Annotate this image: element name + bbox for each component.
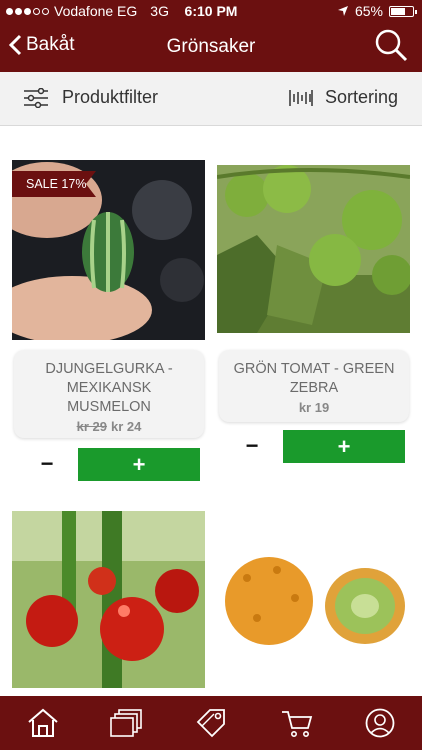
status-bar: Vodafone EG 3G 6:10 PM 65% <box>0 0 422 22</box>
cart-icon[interactable] <box>280 708 314 738</box>
add-to-cart-button[interactable]: + <box>78 448 200 481</box>
product-image-tomato-plant[interactable] <box>12 511 205 688</box>
top-bar: Vodafone EG 3G 6:10 PM 65% Bakåt Grönsak… <box>0 0 422 72</box>
battery-icon <box>389 5 417 17</box>
add-to-cart-button[interactable]: + <box>283 430 405 463</box>
filter-label: Produktfilter <box>62 87 159 107</box>
tags-icon[interactable] <box>194 708 228 738</box>
filter-bar: Produktfilter Sortering <box>0 72 422 126</box>
location-arrow-icon <box>337 6 348 16</box>
sort-button[interactable]: Sortering <box>289 87 398 108</box>
decrease-quantity-button[interactable]: − <box>37 451 57 477</box>
sale-price: kr 24 <box>111 419 142 434</box>
old-price: kr 29 <box>76 419 107 434</box>
filter-button[interactable]: Produktfilter <box>24 87 158 108</box>
sliders-icon <box>24 87 48 108</box>
product-image-kiwano[interactable] <box>217 548 410 654</box>
profile-icon[interactable] <box>363 708 397 738</box>
status-right: 65% <box>337 3 417 19</box>
product-name: DJUNGELGURKA - MEXIKANSK MUSMELON <box>45 361 173 415</box>
home-icon[interactable] <box>26 708 60 738</box>
decrease-quantity-button[interactable]: − <box>242 433 262 459</box>
product-image-gron-tomat[interactable] <box>217 165 410 333</box>
product-info-gron-tomat[interactable]: GRÖN TOMAT - GREEN ZEBRA kr 19 <box>219 350 409 422</box>
search-icon[interactable] <box>374 28 408 62</box>
nav-bar: Bakåt Grönsaker <box>0 26 422 70</box>
product-price: kr 29 kr 24 <box>14 419 204 434</box>
sale-badge: SALE 17% <box>12 171 96 197</box>
tab-bar <box>0 696 422 750</box>
page-title: Grönsaker <box>166 36 256 57</box>
product-name: GRÖN TOMAT - GREEN ZEBRA <box>233 361 395 396</box>
sort-bars-icon <box>289 89 313 106</box>
sort-label: Sortering <box>324 87 398 107</box>
gallery-icon[interactable] <box>109 708 143 738</box>
product-info-djungelgurka[interactable]: DJUNGELGURKA - MEXIKANSK MUSMELON kr 29 k… <box>14 350 204 438</box>
product-price: kr 19 <box>298 400 330 415</box>
battery-percent: 65% <box>354 3 383 19</box>
